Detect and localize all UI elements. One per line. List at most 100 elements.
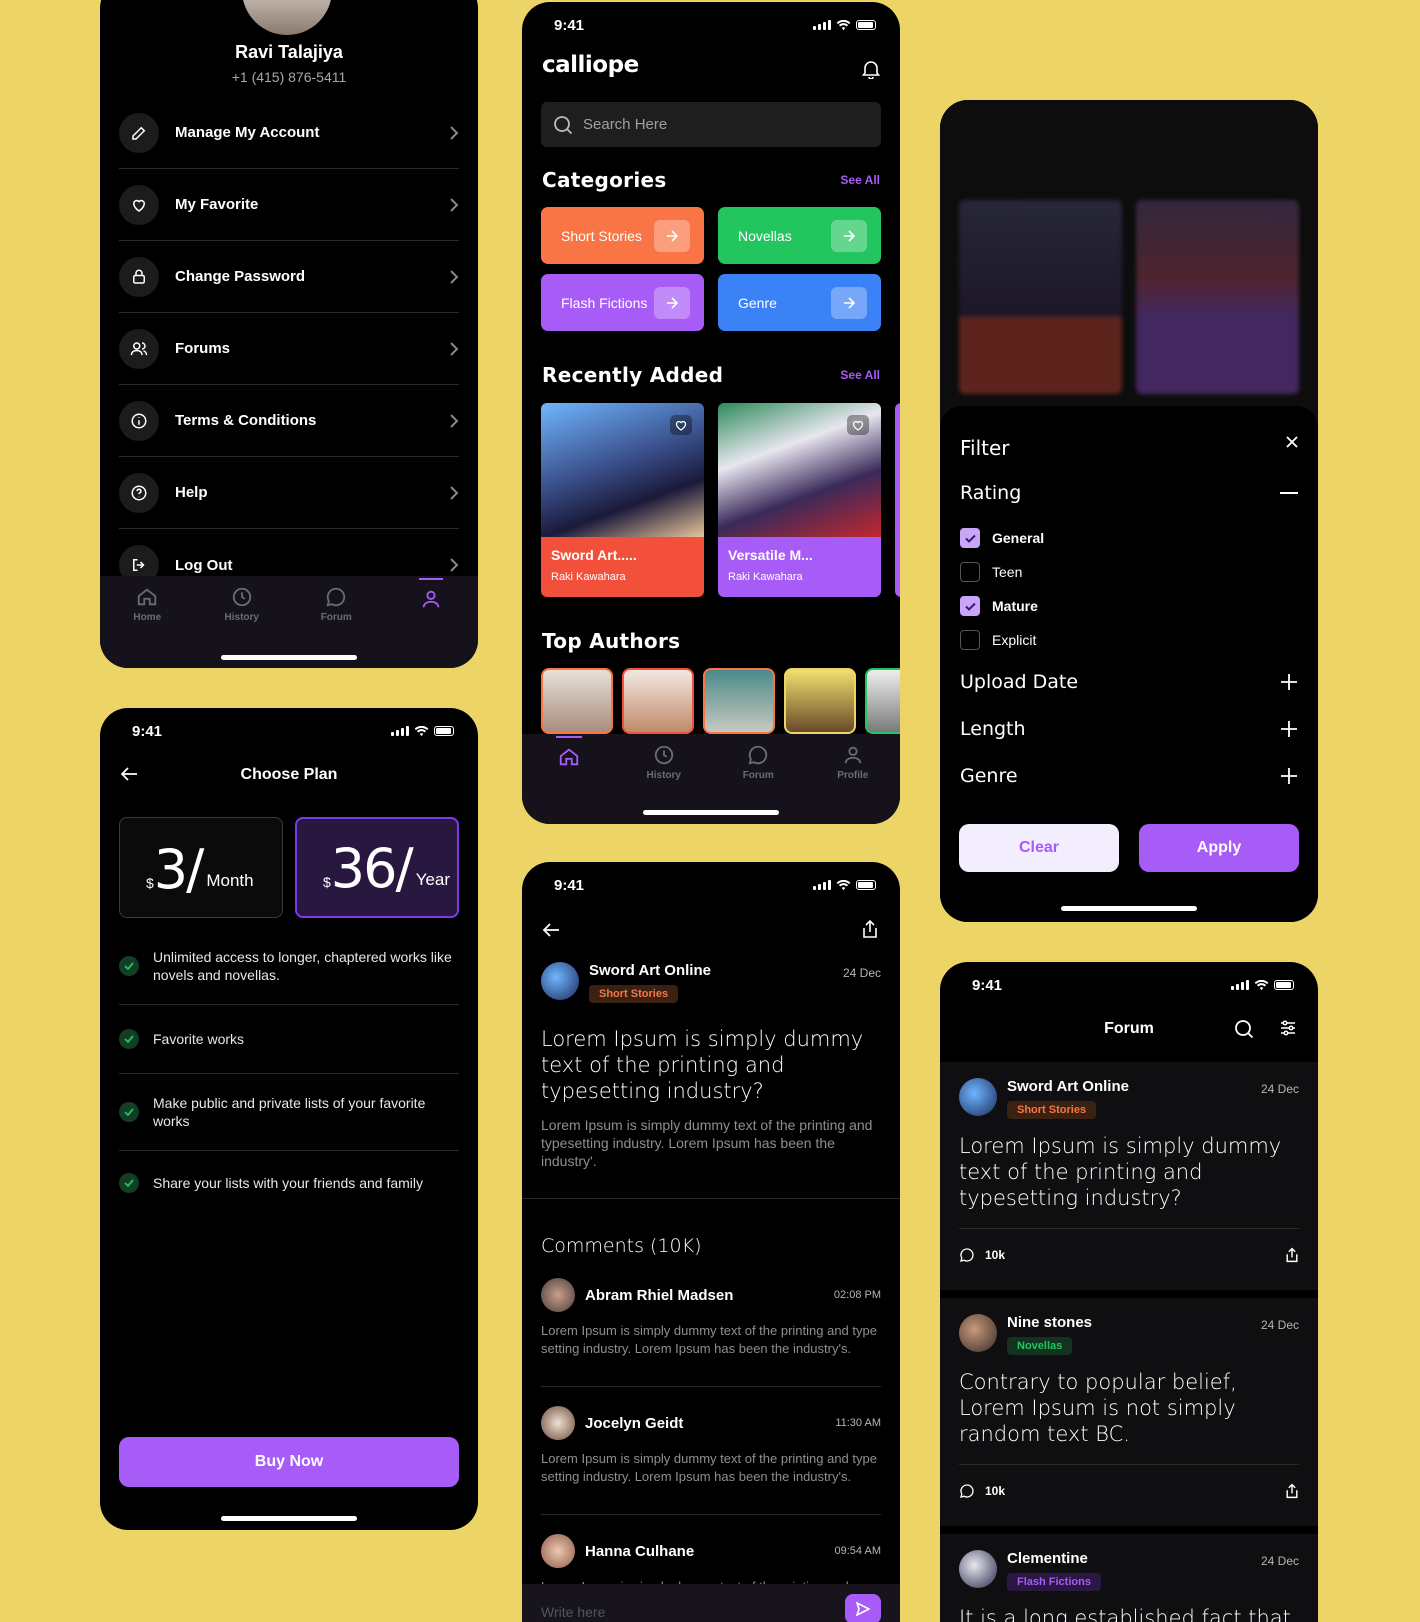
author-avatar[interactable] — [541, 668, 613, 734]
section-label: Upload Date — [960, 671, 1079, 693]
menu-item-help[interactable]: Help — [119, 457, 459, 529]
filter-title: Filter — [960, 436, 1010, 460]
rating-option-general[interactable]: General — [960, 528, 1044, 548]
author-avatar[interactable] — [865, 668, 900, 734]
category-badge: Short Stories — [1007, 1101, 1097, 1119]
option-label: Explicit — [992, 632, 1037, 648]
profile-name: Ravi Talajiya — [235, 42, 343, 62]
checkbox-icon — [960, 630, 980, 650]
nav-profile[interactable]: Profile — [813, 734, 893, 824]
search-icon[interactable] — [1234, 1019, 1254, 1039]
search-icon — [553, 115, 573, 135]
checkbox-checked-icon — [960, 528, 980, 548]
apply-button[interactable]: Apply — [1139, 824, 1299, 872]
filter-section-upload-date[interactable]: Upload Date — [960, 671, 1298, 693]
battery-icon — [856, 20, 876, 30]
post-date: 24 Dec — [1260, 1082, 1299, 1096]
send-button[interactable] — [845, 1594, 881, 1622]
post-username: Nine stones — [1007, 1314, 1093, 1331]
author-avatar[interactable] — [703, 668, 775, 734]
close-icon[interactable] — [1286, 436, 1298, 448]
author-avatar[interactable] — [622, 668, 694, 734]
home-indicator — [221, 655, 357, 660]
feature-list: Unlimited access to longer, chaptered wo… — [119, 934, 459, 1213]
comment-author: Hanna Culhane — [585, 1542, 695, 1560]
share-icon[interactable] — [1285, 1483, 1299, 1499]
comments-title: Comments (10K) — [541, 1235, 702, 1257]
filter-icon[interactable] — [1280, 1020, 1296, 1036]
forum-post-card[interactable]: Clementine Flash Fictions 24 Dec It is a… — [940, 1534, 1318, 1622]
post-username: Sword Art Online — [1007, 1078, 1129, 1095]
comment-time: 11:30 AM — [835, 1417, 881, 1429]
nav-home[interactable]: Home — [107, 576, 187, 668]
heart-icon[interactable] — [670, 415, 692, 435]
forum-post-card[interactable]: Sword Art Online Short Stories 24 Dec Lo… — [940, 1062, 1318, 1290]
status-time: 9:41 — [554, 876, 585, 894]
menu-item-change-password[interactable]: Change Password — [119, 241, 459, 313]
rating-option-explicit[interactable]: Explicit — [960, 630, 1036, 650]
book-card[interactable]: Sword Art..... Raki Kawahara — [541, 403, 704, 597]
menu-item-label: My Favorite — [175, 196, 259, 213]
buy-now-button[interactable]: Buy Now — [119, 1437, 459, 1487]
menu-item-label: Forums — [175, 340, 231, 357]
feature-item: Favorite works — [119, 1005, 459, 1074]
option-label: General — [992, 530, 1045, 546]
comment-input[interactable]: Write here — [522, 1584, 900, 1622]
forum-post-card[interactable]: Nine stones Novellas 24 Dec Contrary to … — [940, 1298, 1318, 1526]
clear-button[interactable]: Clear — [959, 824, 1119, 872]
comment-icon[interactable] — [959, 1247, 975, 1263]
filter-section-length[interactable]: Length — [960, 718, 1298, 740]
menu-item-forums[interactable]: Forums — [119, 313, 459, 385]
nav-profile[interactable] — [391, 576, 471, 668]
plan-currency: $ — [146, 875, 154, 891]
rating-option-mature[interactable]: Mature — [960, 596, 1038, 616]
back-arrow-icon[interactable] — [542, 922, 560, 938]
menu-item-favorite[interactable]: My Favorite — [119, 169, 459, 241]
post-title: Lorem Ipsum is simply dummy text of the … — [541, 1027, 864, 1103]
plan-option-yearly[interactable]: $ 36/ Year — [295, 817, 459, 918]
home-icon — [558, 746, 580, 768]
comment-author: Jocelyn Geidt — [585, 1414, 684, 1432]
nav-home[interactable] — [529, 734, 609, 824]
chevron-right-icon — [449, 197, 459, 213]
comment-text: Lorem Ipsum is simply dummy text of the … — [541, 1323, 877, 1356]
nav-label: Forum — [742, 770, 774, 781]
home-screen: 9:41 calliope Search Here Categories See… — [522, 2, 900, 824]
bell-icon[interactable] — [862, 59, 880, 79]
category-flash-fictions[interactable]: Flash Fictions — [541, 274, 704, 331]
share-icon[interactable] — [1285, 1247, 1299, 1263]
post-header: Sword Art Online Short Stories 24 Dec — [959, 1078, 1299, 1119]
page-title: Forum — [1104, 1020, 1154, 1037]
categories-title: Categories — [542, 168, 667, 192]
menu-item-label: Change Password — [175, 268, 306, 285]
category-short-stories[interactable]: Short Stories — [541, 207, 704, 264]
filter-section-genre[interactable]: Genre — [960, 765, 1298, 787]
category-novellas[interactable]: Novellas — [718, 207, 881, 264]
category-genre[interactable]: Genre — [718, 274, 881, 331]
categories-see-all-link[interactable]: See All — [840, 173, 880, 187]
menu-item-manage-account[interactable]: Manage My Account — [119, 97, 459, 169]
home-indicator — [221, 1516, 357, 1521]
search-placeholder: Search Here — [583, 116, 668, 133]
heart-icon[interactable] — [847, 415, 869, 435]
recent-see-all-link[interactable]: See All — [840, 368, 880, 382]
filter-section-rating[interactable]: Rating — [960, 482, 1298, 504]
menu-item-terms[interactable]: Terms & Conditions — [119, 385, 459, 457]
status-bar: 9:41 — [522, 862, 900, 908]
post-title: It is a long established fact that a — [959, 1606, 1291, 1622]
nav-label: Home — [133, 612, 162, 623]
category-label: Short Stories — [561, 227, 642, 244]
comment-icon[interactable] — [959, 1483, 975, 1499]
share-icon[interactable] — [862, 919, 878, 939]
book-card[interactable]: Versatile M... Raki Kawahara — [718, 403, 881, 597]
signal-icon — [1231, 980, 1249, 990]
author-avatar[interactable] — [784, 668, 856, 734]
rating-option-teen[interactable]: Teen — [960, 562, 1022, 582]
option-label: Teen — [992, 564, 1023, 580]
arrow-right-icon — [831, 286, 867, 319]
search-input[interactable]: Search Here — [541, 102, 881, 147]
chevron-right-icon — [449, 341, 459, 357]
plan-option-monthly[interactable]: $ 3/ Month — [119, 817, 283, 918]
post-body: Lorem Ipsum is simply dummy text of the … — [541, 1117, 873, 1169]
category-label: Flash Fictions — [561, 294, 648, 311]
